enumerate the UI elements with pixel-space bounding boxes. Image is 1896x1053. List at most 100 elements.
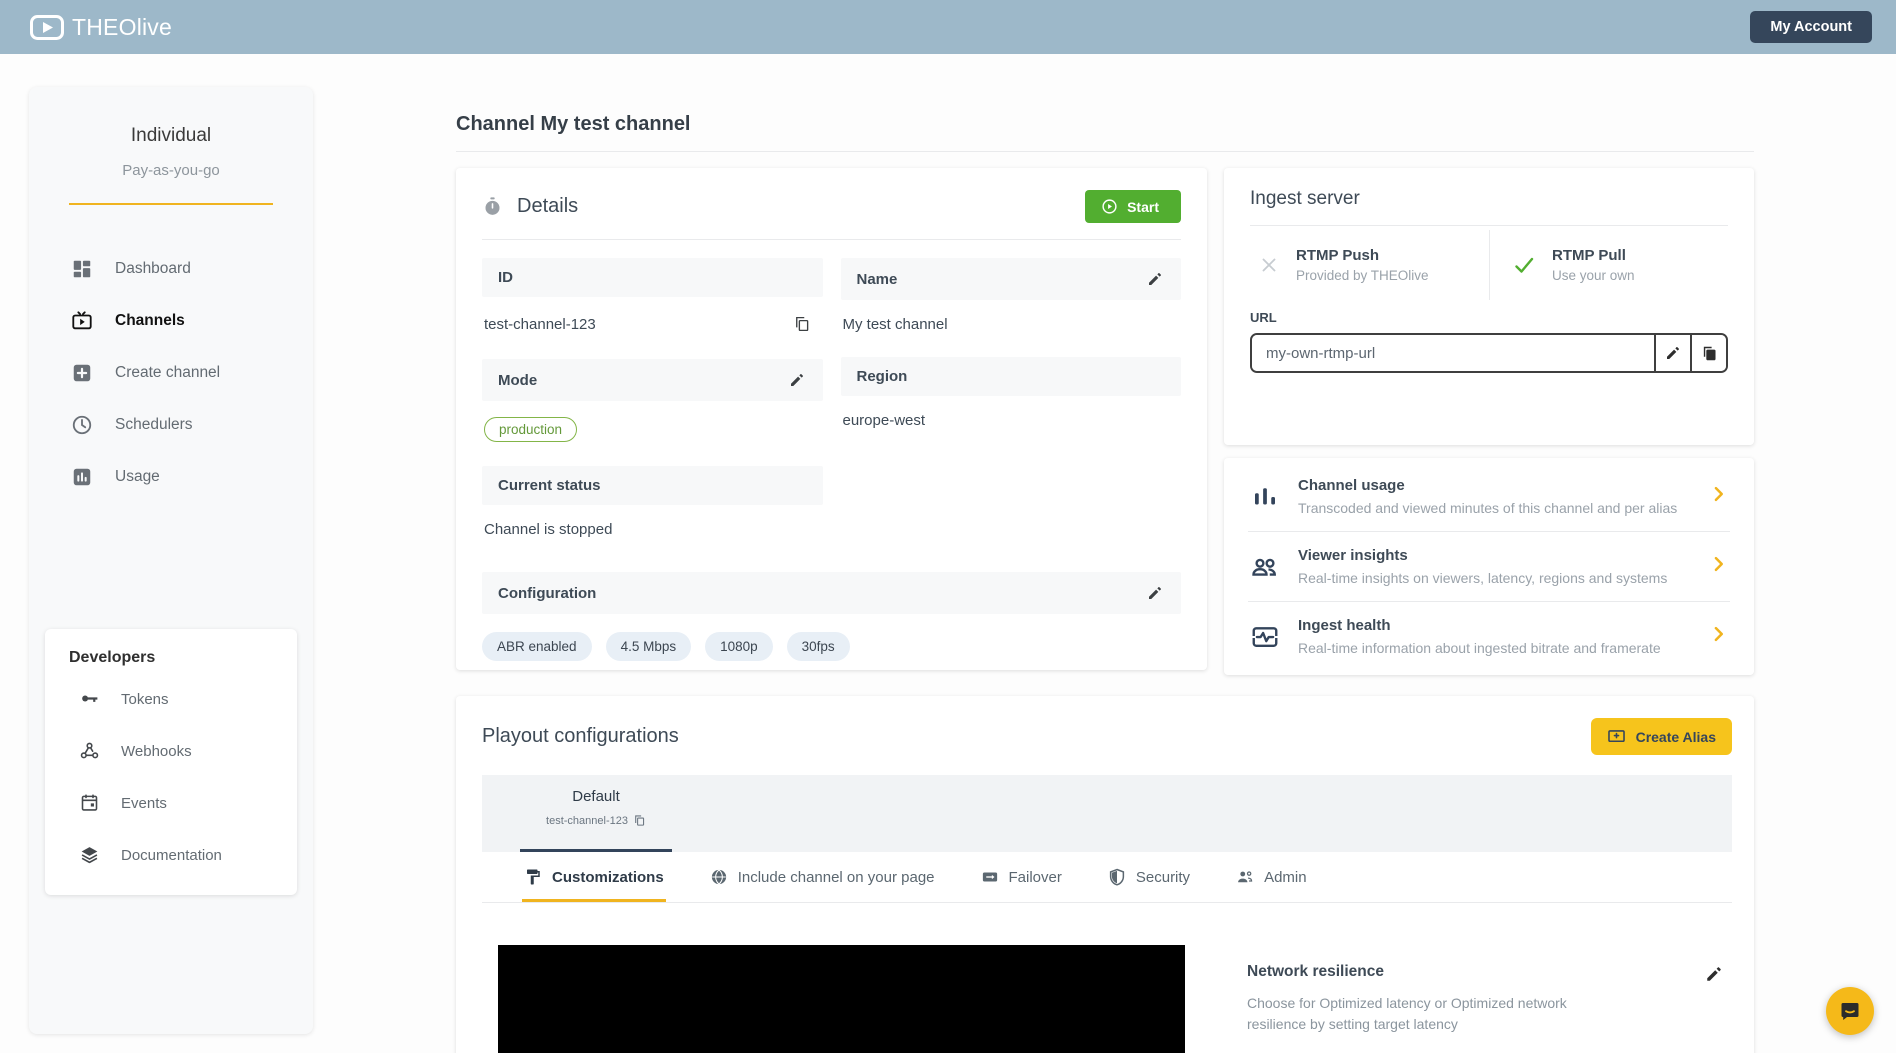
tab-label: Admin xyxy=(1264,868,1307,886)
sidebar-item-dashboard[interactable]: Dashboard xyxy=(29,243,313,295)
field-mode: Mode production xyxy=(482,359,823,456)
timer-icon xyxy=(482,196,503,217)
developers-card: Developers Tokens Webhooks Events Docume… xyxy=(45,629,297,895)
globe-icon xyxy=(710,868,728,886)
rtmp-push-option[interactable]: RTMP Push Provided by THEOlive xyxy=(1250,230,1489,300)
insight-title: Viewer insights xyxy=(1298,547,1408,564)
edit-name-button[interactable] xyxy=(1145,269,1165,289)
alias-name: Default xyxy=(572,788,620,805)
sidebar-item-events[interactable]: Events xyxy=(45,777,297,829)
rtmp-pull-option[interactable]: RTMP Pull Use your own xyxy=(1489,230,1728,300)
tab-failover[interactable]: Failover xyxy=(979,852,1064,902)
sidebar-item-usage[interactable]: Usage xyxy=(29,451,313,503)
rtmp-url-input[interactable] xyxy=(1252,335,1654,371)
admin-users-icon xyxy=(1236,868,1254,886)
check-icon xyxy=(1512,253,1536,277)
viewers-icon xyxy=(1250,552,1280,582)
configuration-label: Configuration xyxy=(498,584,597,602)
video-player[interactable] xyxy=(498,945,1185,1053)
viewer-insights-row[interactable]: Viewer insights Real-time insights on vi… xyxy=(1248,531,1730,601)
chevron-right-icon xyxy=(1708,484,1728,509)
rtmp-pull-subtitle: Use your own xyxy=(1552,268,1635,283)
sidebar: Individual Pay-as-you-go Dashboard Chann… xyxy=(29,87,313,1034)
sidebar-item-label: Events xyxy=(121,794,167,812)
config-badge: 30fps xyxy=(786,632,850,661)
tab-label: Include channel on your page xyxy=(737,868,935,886)
ingest-divider xyxy=(1250,225,1728,226)
sidebar-item-documentation[interactable]: Documentation xyxy=(45,829,297,881)
brand-text: THEOlive xyxy=(72,13,173,40)
chevron-right-icon xyxy=(1708,624,1728,649)
field-region: Region europe-west xyxy=(840,357,1181,443)
region-label: Region xyxy=(856,368,908,385)
copy-alias-id-button[interactable] xyxy=(633,814,646,827)
pulse-monitor-icon xyxy=(1250,622,1280,652)
mode-label: Mode xyxy=(498,371,538,389)
sidebar-item-schedulers[interactable]: Schedulers xyxy=(29,399,313,451)
screen-plus-icon xyxy=(1607,727,1626,746)
copy-id-button[interactable] xyxy=(791,313,813,335)
chat-launcher-button[interactable] xyxy=(1826,987,1874,1035)
insight-description: Real-time information about ingested bit… xyxy=(1298,640,1661,656)
insights-card: Channel usage Transcoded and viewed minu… xyxy=(1224,458,1754,675)
edit-mode-button[interactable] xyxy=(787,370,807,390)
sidebar-item-tokens[interactable]: Tokens xyxy=(45,673,297,725)
field-configuration: Configuration ABR enabled 4.5 Mbps 1080p… xyxy=(482,572,1181,661)
plus-square-icon xyxy=(71,362,93,384)
sidebar-item-create-channel[interactable]: Create channel xyxy=(29,347,313,399)
bar-chart-icon xyxy=(1250,482,1280,512)
x-icon xyxy=(1258,254,1280,276)
edit-network-resilience-button[interactable] xyxy=(1703,963,1725,985)
create-alias-button[interactable]: Create Alias xyxy=(1590,718,1732,755)
edit-configuration-button[interactable] xyxy=(1145,583,1165,603)
plan-subtitle: Pay-as-you-go xyxy=(122,162,220,179)
key-icon xyxy=(79,688,101,710)
layers-icon xyxy=(79,844,101,866)
ingest-server-card: Ingest server RTMP Push Provided by THEO… xyxy=(1224,168,1754,445)
url-input-group xyxy=(1250,333,1728,373)
channels-icon xyxy=(71,310,93,332)
ingest-health-row[interactable]: Ingest health Real-time information abou… xyxy=(1248,601,1730,671)
tab-admin[interactable]: Admin xyxy=(1234,852,1309,902)
start-channel-button[interactable]: Start xyxy=(1085,190,1181,223)
usage-chart-icon xyxy=(71,466,93,488)
channel-usage-row[interactable]: Channel usage Transcoded and viewed minu… xyxy=(1248,462,1730,531)
alias-tab-strip: Default test-channel-123 xyxy=(482,775,1732,852)
name-label: Name xyxy=(856,270,898,288)
dashboard-icon xyxy=(71,258,93,280)
region-value: europe-west xyxy=(842,412,926,429)
sidebar-nav: Dashboard Channels Create channel Schedu… xyxy=(29,243,313,503)
sidebar-item-channels[interactable]: Channels xyxy=(29,295,313,347)
page-layout: Individual Pay-as-you-go Dashboard Chann… xyxy=(0,54,1896,1053)
tab-security[interactable]: Security xyxy=(1106,852,1192,902)
tab-include-channel[interactable]: Include channel on your page xyxy=(708,852,937,902)
config-badge: ABR enabled xyxy=(482,632,592,661)
plan-divider xyxy=(69,203,273,205)
status-label: Current status xyxy=(498,477,601,494)
rtmp-push-subtitle: Provided by THEOlive xyxy=(1296,268,1429,283)
tab-label: Customizations xyxy=(552,868,664,886)
insight-description: Real-time insights on viewers, latency, … xyxy=(1298,570,1668,586)
my-account-button[interactable]: My Account xyxy=(1750,11,1872,43)
sidebar-item-label: Create channel xyxy=(115,364,221,381)
field-id: ID test-channel-123 xyxy=(482,258,823,349)
id-label: ID xyxy=(498,269,513,286)
sidebar-item-label: Documentation xyxy=(121,846,222,864)
edit-url-button[interactable] xyxy=(1654,335,1690,371)
failover-switch-icon xyxy=(981,868,999,886)
config-badge: 4.5 Mbps xyxy=(605,632,692,661)
chevron-right-icon xyxy=(1708,554,1728,579)
theolive-play-logo-icon xyxy=(30,14,64,40)
copy-url-button[interactable] xyxy=(1690,335,1726,371)
details-title: Details xyxy=(517,195,579,217)
alias-tab-default[interactable]: Default test-channel-123 xyxy=(520,775,672,852)
sidebar-item-label: Schedulers xyxy=(115,416,193,433)
field-current-status: Current status Channel is stopped xyxy=(482,466,823,552)
tab-customizations[interactable]: Customizations xyxy=(522,852,666,902)
title-divider xyxy=(456,151,1754,152)
brand-logo[interactable]: THEOlive xyxy=(30,14,172,41)
sidebar-item-webhooks[interactable]: Webhooks xyxy=(45,725,297,777)
alias-id: test-channel-123 xyxy=(546,814,628,827)
sidebar-item-label: Dashboard xyxy=(115,260,191,277)
details-card: Details Start ID test-channel-123 Mode p… xyxy=(456,168,1207,670)
